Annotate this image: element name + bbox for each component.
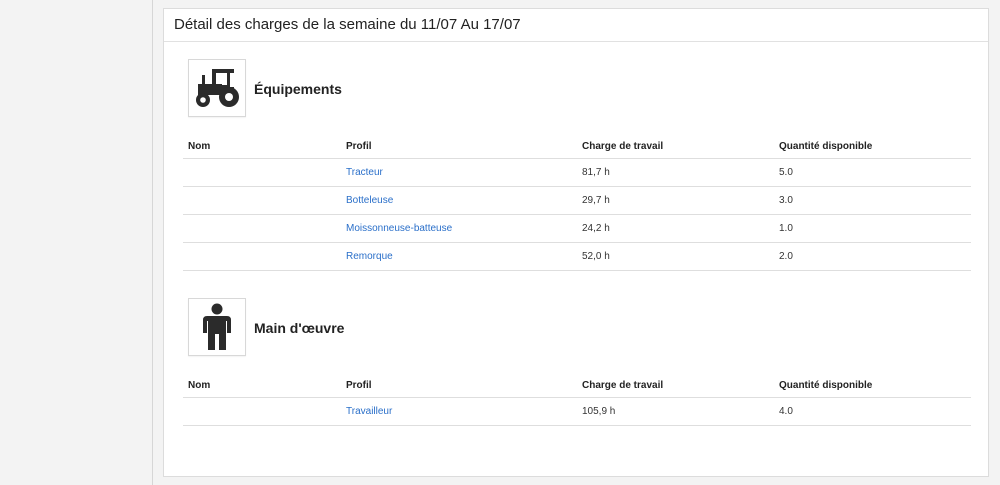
table-row: Tracteur 81,7 h 5.0 [183, 158, 971, 187]
cell-charge: 105,9 h [577, 397, 774, 426]
cell-quantite: 1.0 [774, 214, 971, 243]
cell-charge: 52,0 h [577, 242, 774, 271]
tractor-icon [188, 59, 246, 117]
cell-nom [183, 242, 341, 271]
col-profil: Profil [341, 121, 577, 159]
col-nom: Nom [183, 360, 341, 398]
profil-link-moissonneuse[interactable]: Moissonneuse-batteuse [346, 223, 452, 234]
workload-panel: Détail des charges de la semaine du 11/0… [163, 8, 989, 477]
person-icon [188, 298, 246, 356]
equipment-header: Équipements [183, 59, 971, 121]
cell-nom [183, 214, 341, 243]
cell-nom [183, 158, 341, 187]
table-row: Botteleuse 29,7 h 3.0 [183, 186, 971, 215]
cell-quantite: 5.0 [774, 158, 971, 187]
table-row: Travailleur 105,9 h 4.0 [183, 397, 971, 426]
profil-link-tracteur[interactable]: Tracteur [346, 167, 383, 178]
cell-quantite: 3.0 [774, 186, 971, 215]
labor-table: Nom Profil Charge de travail Quantité di… [183, 360, 971, 426]
cell-charge: 29,7 h [577, 186, 774, 215]
col-nom: Nom [183, 121, 341, 159]
labor-header: Main d'œuvre [183, 298, 971, 360]
col-profil: Profil [341, 360, 577, 398]
table-header-row: Nom Profil Charge de travail Quantité di… [183, 360, 971, 398]
col-charge: Charge de travail [577, 121, 774, 159]
equipment-table: Nom Profil Charge de travail Quantité di… [183, 121, 971, 271]
cell-charge: 24,2 h [577, 214, 774, 243]
panel-title: Détail des charges de la semaine du 11/0… [164, 9, 988, 42]
cell-nom [183, 186, 341, 215]
profil-link-remorque[interactable]: Remorque [346, 251, 393, 262]
table-row: Remorque 52,0 h 2.0 [183, 242, 971, 271]
labor-section: Main d'œuvre Nom Profil Charge de travai… [183, 298, 971, 426]
labor-title: Main d'œuvre [254, 320, 345, 336]
cell-charge: 81,7 h [577, 158, 774, 187]
table-header-row: Nom Profil Charge de travail Quantité di… [183, 121, 971, 159]
profil-link-botteleuse[interactable]: Botteleuse [346, 195, 393, 206]
left-sidebar [0, 0, 153, 485]
col-quantite: Quantité disponible [774, 121, 971, 159]
cell-quantite: 4.0 [774, 397, 971, 426]
profil-link-travailleur[interactable]: Travailleur [346, 406, 392, 417]
col-quantite: Quantité disponible [774, 360, 971, 398]
cell-quantite: 2.0 [774, 242, 971, 271]
equipment-title: Équipements [254, 81, 342, 97]
equipment-section: Équipements Nom Profil Charge de travail… [183, 59, 971, 271]
table-row: Moissonneuse-batteuse 24,2 h 1.0 [183, 214, 971, 243]
cell-nom [183, 397, 341, 426]
col-charge: Charge de travail [577, 360, 774, 398]
